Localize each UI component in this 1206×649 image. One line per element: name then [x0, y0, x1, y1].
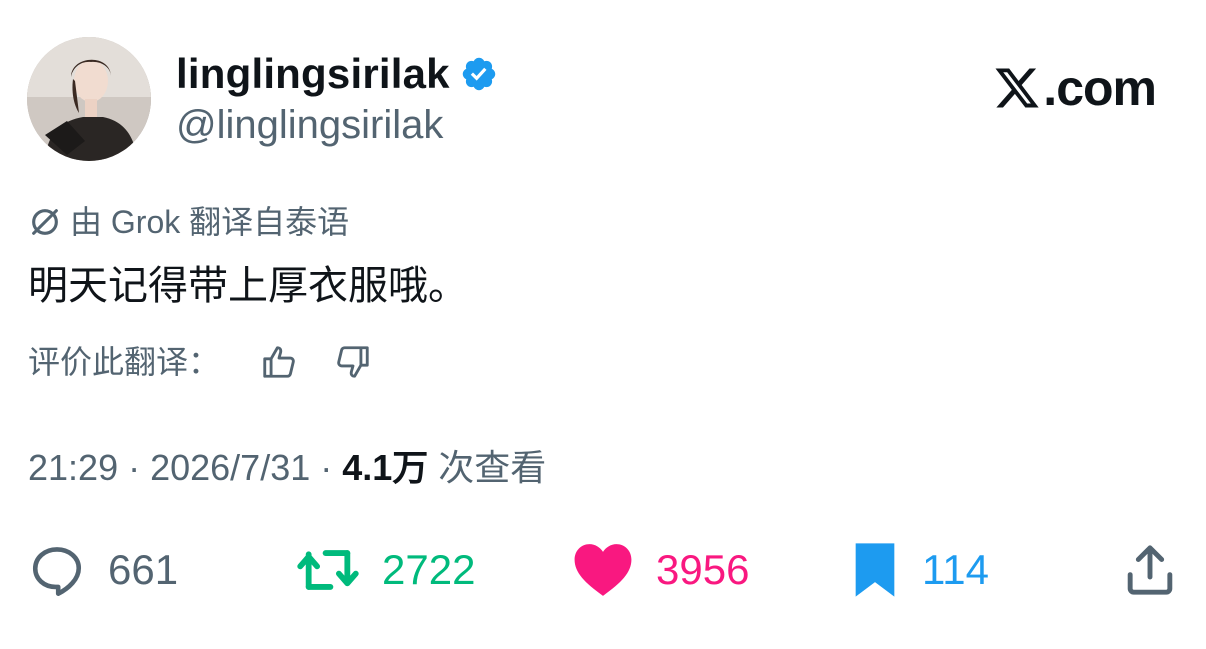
action-bar: 661 2722 3956 114	[0, 538, 1206, 602]
retweet-count: 2722	[382, 546, 476, 593]
views-label: 次查看	[428, 447, 547, 488]
thumbs-down-icon[interactable]	[334, 343, 372, 381]
translation-label: 由 Grok 翻译自泰语	[70, 204, 350, 240]
share-icon	[1127, 545, 1173, 595]
grok-icon	[32, 209, 58, 235]
rate-translation-row: 评价此翻译：	[28, 340, 372, 384]
meta-separator: ·	[118, 447, 151, 488]
rate-translation-label: 评价此翻译：	[28, 344, 221, 380]
like-count: 3956	[656, 546, 750, 593]
reply-button[interactable]: 661	[28, 538, 178, 602]
tweet-meta: 21:29 · 2026/7/31 · 4.1万 次查看	[28, 444, 546, 492]
display-name[interactable]: linglingsirilak	[176, 48, 450, 100]
bookmark-count: 114	[922, 546, 989, 593]
tweet-text: 明天记得带上厚衣服哦。	[28, 264, 468, 308]
x-com-brand: .com	[993, 58, 1157, 118]
author-handle[interactable]: @linglingsirilak	[176, 100, 443, 150]
share-button[interactable]	[1122, 538, 1178, 602]
author-name-row[interactable]: linglingsirilak	[176, 48, 498, 100]
thumbs-up-icon[interactable]	[260, 343, 298, 381]
brand-text: .com	[1043, 60, 1157, 116]
retweet-icon	[297, 550, 359, 590]
verified-badge-icon	[462, 57, 495, 91]
x-logo-icon	[995, 68, 1039, 108]
tweet-time[interactable]: 21:29	[28, 444, 118, 492]
avatar[interactable]	[27, 37, 151, 161]
reply-count: 661	[108, 546, 179, 593]
bookmark-button[interactable]: 114	[850, 538, 989, 602]
heart-icon	[574, 544, 632, 596]
bookmark-icon	[855, 543, 895, 597]
retweet-button[interactable]: 2722	[296, 538, 475, 602]
meta-separator: ·	[310, 447, 343, 488]
like-button[interactable]: 3956	[572, 538, 749, 602]
reply-icon	[32, 547, 82, 596]
avatar-photo	[27, 37, 151, 161]
translation-notice: 由 Grok 翻译自泰语	[28, 200, 349, 244]
tweet-date[interactable]: 2026/7/31	[150, 444, 310, 492]
views-count[interactable]: 4.1万	[342, 444, 428, 492]
